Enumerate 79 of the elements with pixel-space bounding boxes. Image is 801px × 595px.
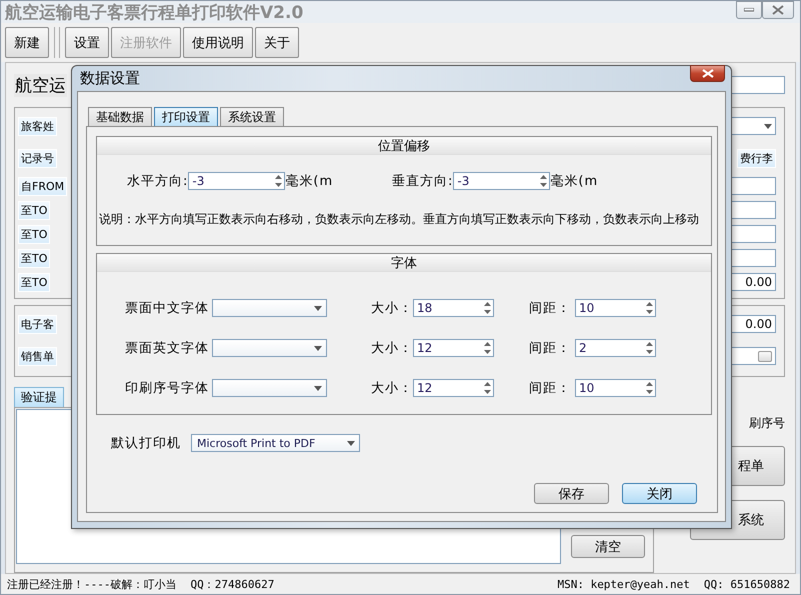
- dialog-title: 数据设置: [80, 69, 140, 88]
- field-label: 自FROM: [18, 176, 68, 196]
- spin-arrows-icon: [275, 174, 282, 188]
- field-label: 默认打印机: [111, 435, 181, 452]
- dialog-button[interactable]: 关闭: [622, 483, 697, 504]
- toolbar-button[interactable]: 新建: [5, 27, 49, 58]
- spin-arrows-icon: [646, 301, 653, 315]
- spin-arrows-icon: [540, 174, 548, 188]
- field-label: 电子客: [18, 314, 57, 334]
- clear-button[interactable]: 清空: [571, 535, 645, 558]
- serial-label: 刷序号: [749, 415, 785, 432]
- spin-arrows-icon: [646, 341, 653, 355]
- status-text: QQ：274860627: [190, 576, 274, 592]
- verify-tab[interactable]: 验证提: [14, 387, 64, 407]
- dropdown-caret-icon: [347, 440, 355, 446]
- dialog-button[interactable]: 保存: [534, 483, 609, 504]
- field-label: 大小：: [371, 380, 413, 397]
- group-title: 位置偏移: [97, 137, 711, 155]
- window-title: 航空运输电子客票行程单打印软件V2.0: [5, 2, 304, 24]
- tab[interactable]: 打印设置: [154, 107, 218, 126]
- dropdown-caret-icon: [764, 124, 772, 128]
- form-heading: 航空运: [14, 74, 67, 96]
- field-label: 记录号: [18, 148, 57, 168]
- status-text: 注册已经注册！----破解：叮小当: [7, 576, 176, 592]
- close-button[interactable]: [690, 65, 725, 82]
- spin-box[interactable]: -3: [188, 172, 286, 190]
- spin-box[interactable]: 12: [413, 379, 494, 397]
- spin-arrows-icon: [484, 301, 491, 315]
- toolbar-button[interactable]: 关于: [255, 27, 299, 58]
- picker-button[interactable]: [758, 350, 772, 362]
- spin-box[interactable]: 18: [413, 299, 494, 317]
- field-label: 至TO: [18, 272, 50, 292]
- close-icon: [700, 69, 714, 78]
- field-label: 销售单: [18, 346, 57, 366]
- group-title: 字体: [97, 254, 711, 272]
- toolbar-button[interactable]: 使用说明: [183, 27, 253, 58]
- minimize-button[interactable]: [736, 1, 762, 19]
- minimize-icon: [744, 8, 754, 12]
- font-dropdown[interactable]: [212, 299, 327, 317]
- toolbar-button[interactable]: 设置: [65, 27, 109, 58]
- field-label: 至TO: [18, 248, 50, 268]
- tab[interactable]: 基础数据: [88, 107, 152, 126]
- field-label: 垂直方向:: [392, 173, 454, 190]
- dropdown-caret-icon: [314, 346, 322, 350]
- field-label: 间距：: [529, 300, 571, 317]
- unit-label: 毫米(m: [285, 173, 334, 190]
- field-label: 水平方向:: [127, 173, 188, 190]
- field-label: 票面中文字体: [125, 300, 209, 317]
- field-label: 票面英文字体: [125, 340, 209, 357]
- field-label: 间距：: [529, 380, 571, 397]
- dropdown-caret-icon: [314, 306, 322, 310]
- field-label: 印刷序号字体: [125, 380, 209, 397]
- spin-arrows-icon: [484, 381, 491, 395]
- font-dropdown[interactable]: [212, 379, 327, 397]
- spin-box[interactable]: 2: [575, 339, 656, 357]
- unit-label: 毫米(m: [550, 173, 598, 190]
- dropdown-field[interactable]: [730, 117, 776, 135]
- status-text: QQ: 651650882: [704, 578, 790, 590]
- spin-box[interactable]: 10: [575, 299, 656, 317]
- spin-arrows-icon: [646, 381, 653, 395]
- field-label: 至TO: [18, 200, 50, 220]
- field-label: 间距：: [529, 340, 571, 357]
- spin-box[interactable]: -3: [453, 172, 550, 190]
- close-button[interactable]: [762, 1, 794, 19]
- field-label: 大小：: [371, 340, 413, 357]
- note-text: 说明：水平方向填写正数表示向右移动，负数表示向左移动。垂直方向填写正数表示向下移动，负数表示向上移动: [98, 211, 700, 228]
- field-label: 至TO: [18, 224, 50, 244]
- spin-box[interactable]: 10: [575, 379, 656, 397]
- tab[interactable]: 系统设置: [220, 107, 284, 126]
- font-dropdown[interactable]: [212, 339, 327, 357]
- field-label: 大小：: [371, 300, 413, 317]
- printer-dropdown[interactable]: Microsoft Print to PDF: [191, 434, 360, 452]
- spin-arrows-icon: [484, 341, 491, 355]
- dropdown-caret-icon: [314, 386, 322, 390]
- close-icon: [772, 5, 784, 15]
- field-label: 旅客姓: [18, 116, 57, 136]
- status-text: MSN: kepter@yeah.net: [557, 578, 690, 590]
- spin-box[interactable]: 12: [413, 339, 494, 357]
- field-label: 费行李: [737, 148, 776, 168]
